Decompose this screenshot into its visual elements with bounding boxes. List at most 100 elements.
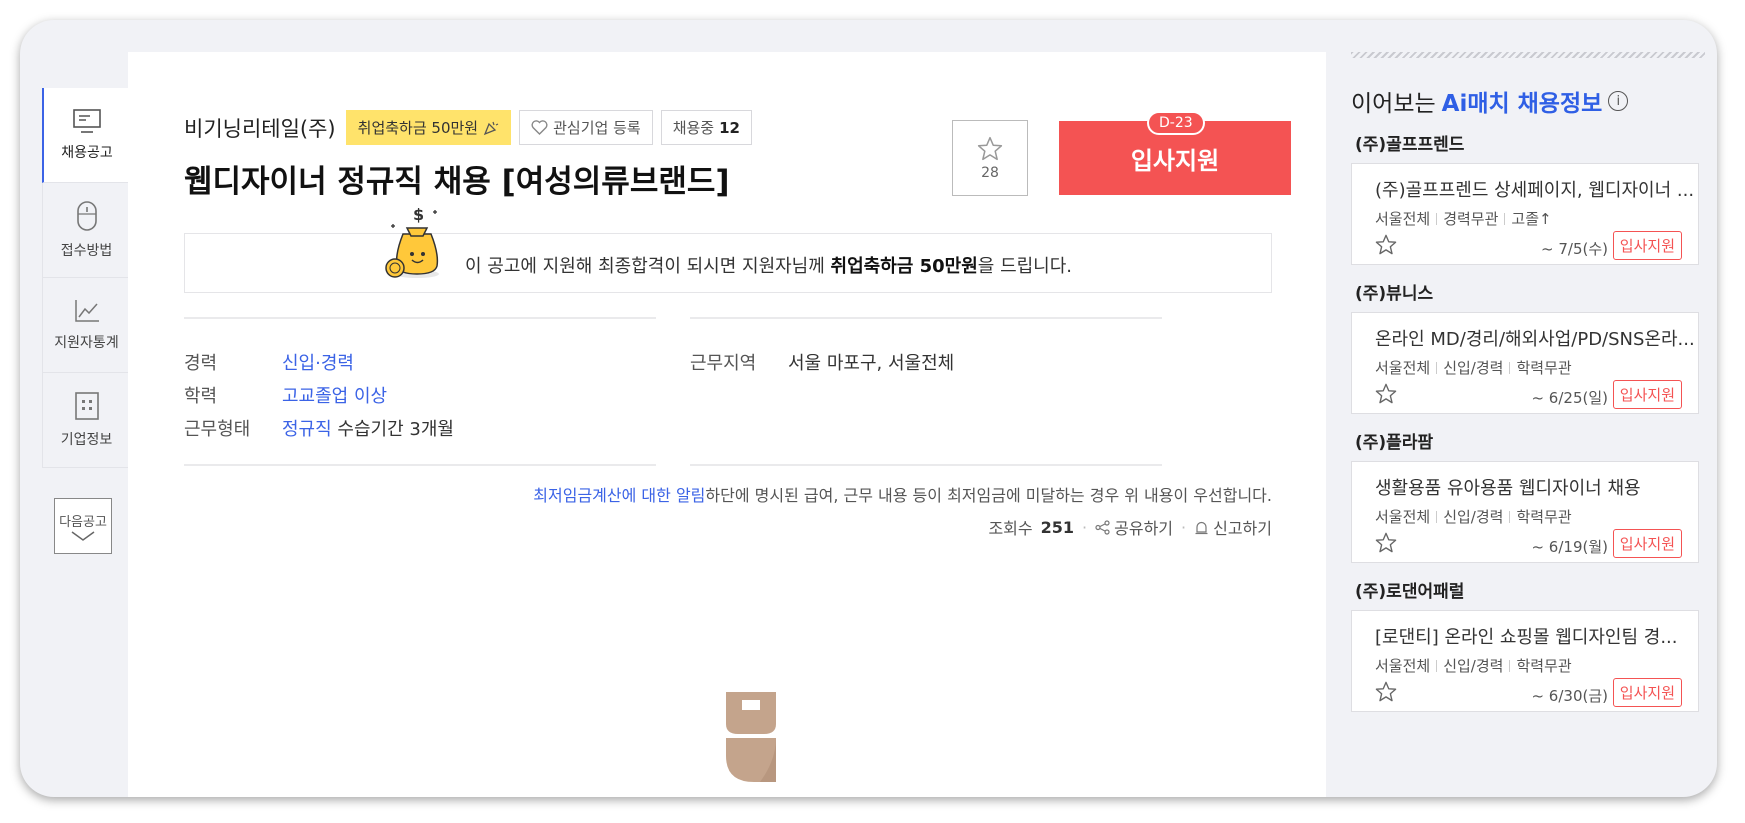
- separator-dot: ·: [1181, 517, 1187, 537]
- share-label: 공유하기: [1114, 519, 1174, 538]
- education-value[interactable]: 고교졸업 이상: [282, 382, 387, 408]
- recommend-sidebar: 이어보는 Ai매치 채용정보 i (주)골프프렌드 (주)골프프렌드 상세페이지…: [1351, 52, 1717, 712]
- share-button[interactable]: 공유하기: [1095, 515, 1173, 539]
- recommend-apply-button[interactable]: 입사지원: [1612, 678, 1682, 707]
- tag-separator: [1504, 212, 1506, 225]
- tag: 학력무관: [1516, 508, 1572, 526]
- sidebar-stripe-divider: [1351, 52, 1705, 58]
- star-icon[interactable]: [1375, 234, 1397, 255]
- recommend-card[interactable]: 생활용품 유아용품 웹디자이너 채용 서울전체 신입/경력 학력무관 ~ 6/1…: [1351, 461, 1699, 563]
- star-icon[interactable]: [1375, 681, 1397, 702]
- tag: 신입/경력: [1443, 657, 1504, 675]
- minimum-wage-link[interactable]: 최저임금계산에 대한 알림: [533, 486, 705, 505]
- interest-company-button[interactable]: 관심기업 등록: [519, 110, 653, 145]
- recommend-apply-button[interactable]: 입사지원: [1612, 231, 1682, 260]
- nav-item-company-info[interactable]: 기업정보: [42, 373, 130, 468]
- tag: 경력무관: [1443, 210, 1499, 228]
- tag: 서울전체: [1375, 359, 1431, 377]
- nav-item-job-posting[interactable]: 채용공고: [42, 88, 130, 183]
- recommend-job-title[interactable]: (주)골프프렌드 상세페이지, 웹디자이너 ...: [1375, 176, 1694, 202]
- bonus-badge: 취업축하금 50만원: [345, 110, 512, 145]
- next-posting-button[interactable]: 다음공고: [54, 498, 112, 554]
- tag-separator: [1509, 659, 1511, 672]
- scrap-count: 28: [981, 164, 999, 181]
- recommend-tags: 서울전체 신입/경력 학력무관: [1375, 357, 1572, 378]
- window-frame: 채용공고 접수방법 지원자통계 기업정보 다음공고 비기닝리테일(주) 취업축하…: [20, 20, 1717, 797]
- recommend-item: (주)골프프렌드 (주)골프프렌드 상세페이지, 웹디자이너 ... 서울전체 …: [1351, 130, 1717, 265]
- nav-label: 기업정보: [60, 432, 113, 448]
- interest-company-label: 관심기업 등록: [553, 119, 641, 137]
- recommend-company[interactable]: (주)뷰니스: [1355, 279, 1717, 304]
- job-detail-panel: 비기닝리테일(주) 취업축하금 50만원 관심기업 등록 채용중 12 웹디자이…: [128, 52, 1326, 797]
- sidebar-title-pre: 이어보는: [1351, 91, 1436, 117]
- recommend-item: (주)뷰니스 온라인 MD/경리/해외사업/PD/SNS온라... 서울전체 신…: [1351, 279, 1717, 414]
- recommend-tags: 서울전체 신입/경력 학력무관: [1375, 655, 1572, 676]
- heart-icon: [531, 120, 548, 135]
- divider: [184, 464, 656, 466]
- star-icon[interactable]: [1375, 383, 1397, 404]
- tag: 서울전체: [1375, 657, 1431, 675]
- tag: 서울전체: [1375, 210, 1431, 228]
- scrap-button[interactable]: 28: [952, 120, 1028, 196]
- company-name[interactable]: 비기닝리테일(주): [184, 113, 336, 143]
- dday-badge: D-23: [1147, 111, 1205, 135]
- tag: 신입/경력: [1443, 359, 1504, 377]
- views-label: 조회수: [988, 519, 1033, 538]
- recommend-company[interactable]: (주)골프프렌드: [1355, 130, 1717, 155]
- sidebar-title: 이어보는 Ai매치 채용정보 i: [1351, 84, 1717, 118]
- recommend-card[interactable]: 온라인 MD/경리/해외사업/PD/SNS온라... 서울전체 신입/경력 학력…: [1351, 312, 1699, 414]
- recommend-company[interactable]: (주)로댄어패럴: [1355, 577, 1717, 602]
- recommend-item: (주)로댄어패럴 [로댄티] 온라인 쇼핑몰 웹디자인팀 경... 서울전체 신…: [1351, 577, 1717, 712]
- career-value[interactable]: 신입·경력: [282, 349, 354, 375]
- minimum-wage-notice: 최저임금계산에 대한 알림하단에 명시된 급여, 근무 내용 등이 최저임금에 …: [533, 482, 1272, 506]
- recommend-tags: 서울전체 신입/경력 학력무관: [1375, 506, 1572, 527]
- company-logo: [726, 692, 776, 782]
- tag: 고졸↑: [1511, 210, 1552, 228]
- tag: 서울전체: [1375, 508, 1431, 526]
- employment-type-link[interactable]: 정규직: [282, 419, 332, 440]
- share-icon: [1095, 519, 1110, 535]
- recommend-company[interactable]: (주)플라팜: [1355, 428, 1717, 453]
- tag-separator: [1436, 659, 1438, 672]
- chart-icon: [74, 300, 99, 322]
- hiring-count: 12: [719, 118, 740, 137]
- recommend-job-title[interactable]: 생활용품 유아용품 웹디자이너 채용: [1375, 474, 1641, 500]
- mouse-icon: [76, 201, 97, 231]
- recommend-job-title[interactable]: [로댄티] 온라인 쇼핑몰 웹디자인팀 경...: [1375, 623, 1678, 649]
- nav-item-applicant-stats[interactable]: 지원자통계: [42, 278, 130, 373]
- nav-item-apply-method[interactable]: 접수방법: [42, 183, 130, 278]
- info-icon[interactable]: i: [1608, 91, 1629, 111]
- work-location-value: 서울 마포구, 서울전체: [788, 353, 955, 374]
- recommend-deadline: ~ 6/30(금): [1531, 687, 1608, 705]
- recommend-apply-button[interactable]: 입사지원: [1612, 380, 1682, 409]
- recommend-deadline: ~ 6/19(월): [1531, 538, 1608, 556]
- side-nav: 채용공고 접수방법 지원자통계 기업정보: [42, 88, 130, 468]
- job-title: 웹디자이너 정규직 채용 [여성의류브랜드]: [184, 164, 730, 200]
- hiring-label: 채용중: [672, 119, 715, 137]
- monitor-icon: [73, 109, 101, 133]
- tag: 학력무관: [1516, 657, 1572, 675]
- report-button[interactable]: 신고하기: [1194, 515, 1272, 539]
- tag-separator: [1509, 361, 1511, 374]
- recommend-card[interactable]: [로댄티] 온라인 쇼핑몰 웹디자인팀 경... 서울전체 신입/경력 학력무관…: [1351, 610, 1699, 712]
- recommend-tags: 서울전체 경력무관 고졸↑: [1375, 208, 1552, 229]
- company-header: 비기닝리테일(주) 취업축하금 50만원 관심기업 등록 채용중 12: [184, 110, 752, 145]
- nav-label: 채용공고: [61, 145, 113, 161]
- siren-icon: [1195, 521, 1208, 534]
- party-popper-icon: [483, 121, 499, 135]
- star-icon[interactable]: [1375, 532, 1397, 553]
- employment-type-extra: 수습기간 3개월: [331, 419, 454, 440]
- recommend-card[interactable]: (주)골프프렌드 상세페이지, 웹디자이너 ... 서울전체 경력무관 고졸↑ …: [1351, 163, 1699, 265]
- nav-label: 지원자통계: [54, 335, 119, 351]
- recommend-item: (주)플라팜 생활용품 유아용품 웹디자이너 채용 서울전체 신입/경력 학력무…: [1351, 428, 1717, 563]
- money-bag-icon: $: [385, 205, 439, 278]
- divider: [690, 317, 1162, 319]
- education-label: 학력: [184, 386, 218, 407]
- recommend-job-title[interactable]: 온라인 MD/경리/해외사업/PD/SNS온라...: [1375, 325, 1695, 351]
- report-label: 신고하기: [1213, 519, 1272, 538]
- hiring-count-button[interactable]: 채용중 12: [660, 110, 752, 145]
- recommend-apply-button[interactable]: 입사지원: [1612, 529, 1682, 558]
- views-count: 251: [1040, 517, 1075, 537]
- tag-separator: [1436, 361, 1438, 374]
- employment-type-value: 정규직 수습기간 3개월: [282, 415, 454, 441]
